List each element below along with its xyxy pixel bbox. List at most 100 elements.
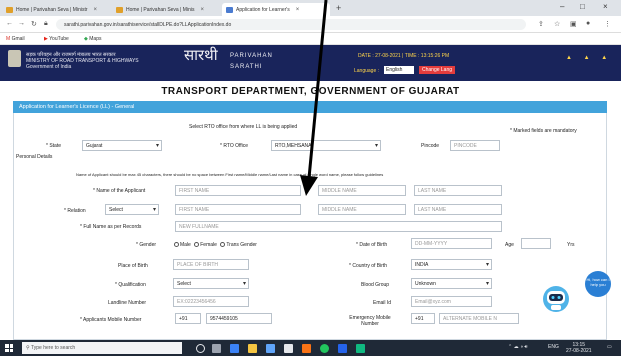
middle-name-input[interactable]: MIDDLE NAME [318, 185, 406, 196]
dob-input[interactable]: DD-MM-YYYY [411, 238, 492, 249]
gender-trans-radio[interactable] [220, 242, 226, 248]
first-name-input[interactable]: FIRST NAME [175, 185, 301, 196]
sarathi-logo: सारथी [184, 46, 218, 64]
browser-tab-3[interactable]: Application for Learner's × [222, 3, 330, 16]
relation-label: * Relation [64, 208, 86, 214]
bookmarks-bar: M Gmail ▶ YouTube ◆ Maps [0, 33, 621, 45]
input-language[interactable]: ENG [548, 344, 559, 350]
change-language-button[interactable]: Change Lang [419, 66, 456, 74]
store-icon[interactable] [266, 344, 275, 353]
qualification-label: * Qualification [115, 282, 146, 288]
reload-icon[interactable]: ↻ [31, 20, 37, 28]
close-tab-icon[interactable]: × [94, 7, 98, 13]
blood-group-label: Blood Group [361, 282, 390, 288]
landline-label: Landline Number [108, 300, 147, 306]
logo-sarathi-text: SARATHI [230, 64, 263, 70]
gender-label: * Gender [136, 242, 157, 248]
window-close-icon[interactable]: × [603, 2, 608, 11]
pincode-input[interactable]: PINCODE [450, 140, 500, 151]
section-header: Application for Learner's Licence (LL) -… [13, 101, 607, 113]
gender-female-radio[interactable] [194, 242, 200, 248]
new-tab-icon[interactable]: + [336, 3, 341, 13]
file-explorer-icon[interactable] [248, 344, 257, 353]
share-icon[interactable]: ⇪ [538, 20, 544, 28]
ministry-text: सड़क परिवहन और राजमार्ग मंत्रालय भारत सर… [26, 52, 139, 70]
mobile-input[interactable]: 9574459105 [206, 313, 272, 324]
state-select[interactable]: Gujarat [82, 140, 162, 151]
years-label: Yrs [567, 242, 575, 248]
gender-radio-group[interactable]: Male Female Trans Gender [174, 242, 257, 248]
rto-office-label: * RTO Office [220, 143, 249, 149]
bookmark-star-icon[interactable]: ☆ [554, 20, 560, 28]
relation-middle-name-input[interactable]: MIDDLE NAME [318, 204, 406, 215]
place-of-birth-label: Place of Birth [118, 263, 148, 269]
tab-label: Home | Parivahan Seva | Minis [126, 6, 195, 13]
browser-tab-1[interactable]: Home | Parivahan Seva | Ministr × [2, 3, 101, 16]
tab-label: Home | Parivahan Seva | Ministr [16, 6, 88, 13]
email-label: Email Id [373, 300, 392, 306]
chatbot-icon[interactable] [541, 283, 571, 313]
applicant-name-label: * Name of the Applicant [93, 188, 146, 194]
relation-last-name-input[interactable]: LAST NAME [414, 204, 502, 215]
chatbot-bubble[interactable]: Hi, how can I help you [585, 271, 611, 297]
mandatory-note: * Marked fields are mandatory [510, 128, 577, 134]
close-tab-icon[interactable]: × [200, 7, 204, 13]
clock[interactable]: 13:15 27-08-2021 [566, 342, 592, 354]
rto-notice: Select RTO office from where LL is being… [189, 124, 298, 130]
age-label: Age [505, 242, 514, 248]
full-name-input[interactable]: NEW FULLNAME [175, 221, 502, 232]
logo-parivahan-text: PARIVAHAN [230, 53, 273, 59]
taskbar-search-input[interactable]: ⚲ Type here to search [22, 342, 182, 354]
maximize-icon[interactable]: □ [580, 2, 585, 11]
language-select[interactable]: English [384, 66, 414, 74]
system-tray-icons[interactable]: ⌃ ☁ ◑ 🔊︎ [508, 344, 528, 350]
page-title: TRANSPORT DEPARTMENT, GOVERNMENT OF GUJA… [161, 86, 460, 97]
tab-favicon-icon [6, 6, 13, 13]
landline-input[interactable]: EX:02223456456 [173, 296, 249, 307]
word-icon[interactable] [338, 344, 347, 353]
tab-favicon-icon [226, 6, 233, 13]
gender-male-radio[interactable] [174, 242, 179, 248]
relation-first-name-input[interactable]: FIRST NAME [175, 204, 301, 215]
excel-icon[interactable] [356, 344, 365, 353]
dob-label: * Date of Birth [356, 242, 388, 248]
last-name-input[interactable]: LAST NAME [414, 185, 502, 196]
chrome-icon[interactable] [320, 344, 329, 353]
bookmark-maps[interactable]: ◆ Maps [84, 36, 101, 42]
email-input[interactable]: Email@xyz.com [411, 296, 492, 307]
browser-menu-icon[interactable]: ⋮ [604, 20, 611, 28]
task-view-icon[interactable] [212, 344, 221, 353]
emergency-country-code: +91 [411, 313, 435, 324]
blood-group-select[interactable]: Unknown [411, 278, 492, 289]
minimize-icon[interactable]: – [560, 2, 564, 11]
cortana-icon[interactable] [196, 344, 205, 353]
bookmark-gmail[interactable]: M Gmail [6, 36, 25, 42]
emergency-mobile-input[interactable]: ALTERNATE MOBILE N [439, 313, 519, 324]
mail-icon[interactable] [284, 344, 293, 353]
browser-tab-2[interactable]: Home | Parivahan Seva | Minis × [112, 3, 208, 16]
windows-start-icon[interactable] [5, 344, 13, 352]
profile-icon[interactable]: ● [586, 20, 590, 27]
close-tab-icon[interactable]: × [296, 7, 300, 13]
relation-select[interactable]: Select [105, 204, 159, 215]
url-input[interactable]: sarathi.parivahan.gov.in/sarathiservice/… [56, 19, 526, 30]
country-of-birth-select[interactable]: INDIA [411, 259, 492, 270]
bookmark-youtube[interactable]: ▶ YouTube [44, 36, 69, 42]
forward-icon[interactable]: → [18, 20, 25, 27]
rto-office-select[interactable]: RTO,MEHSANA [271, 140, 381, 151]
place-of-birth-input[interactable]: PLACE OF BIRTH [173, 259, 249, 270]
age-input[interactable] [521, 238, 551, 249]
notifications-icon[interactable]: ▭ [607, 344, 612, 350]
name-guideline-note: Name of Applicant should be max 45 chara… [76, 172, 384, 177]
header-icons[interactable]: ▲ ▲ ▲ [566, 55, 612, 61]
back-icon[interactable]: ← [6, 20, 13, 27]
search-icon: ⚲ [26, 345, 30, 351]
edge-icon[interactable] [230, 344, 239, 353]
date-time: DATE : 27-08-2021 | TIME : 13:15:26 PM [358, 53, 450, 59]
extensions-icon[interactable]: ▣ [570, 20, 577, 28]
qualification-select[interactable]: Select [173, 278, 249, 289]
mobile-label: * Applicants Mobile Number [80, 317, 142, 323]
national-emblem-icon [8, 50, 21, 67]
app-icon[interactable] [302, 344, 311, 353]
learner-licence-form: Select RTO office from where LL is being… [13, 113, 607, 340]
